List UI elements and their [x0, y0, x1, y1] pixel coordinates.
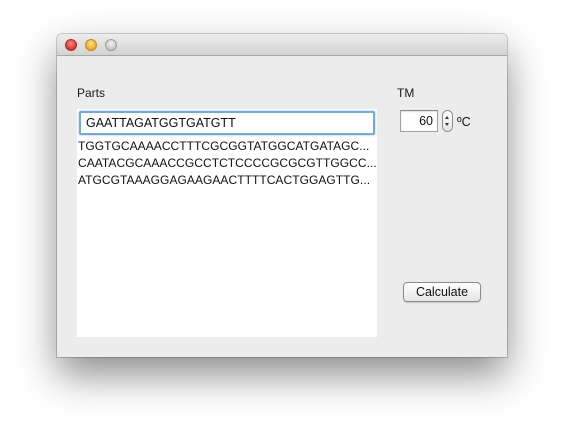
zoom-window-button[interactable] [105, 39, 117, 51]
stepper-up-icon[interactable] [445, 116, 449, 119]
parts-label: Parts [77, 86, 106, 100]
close-window-button[interactable] [65, 39, 77, 51]
tm-stepper[interactable] [442, 110, 453, 132]
list-item[interactable]: TGGTGCAAAACCTTTCGCGGTATGGCATGATAGC... [78, 139, 376, 153]
sequence-input[interactable] [79, 111, 375, 135]
tm-value-field[interactable]: 60 [400, 110, 438, 132]
minimize-window-button[interactable] [85, 39, 97, 51]
parts-list[interactable]: TGGTGCAAAACCTTTCGCGGTATGGCATGATAGC... CA… [77, 109, 377, 337]
tm-unit-label: ºC [457, 115, 471, 129]
tm-label: TM [397, 86, 415, 100]
calculate-button[interactable]: Calculate [403, 282, 481, 302]
app-window: Parts TM TGGTGCAAAACCTTTCGCGGTATGGCATGAT… [57, 34, 507, 357]
list-item[interactable]: CAATACGCAAACCGCCTCTCCCCGCGCGTTGGCC... [78, 156, 376, 170]
title-bar[interactable] [57, 34, 507, 56]
stepper-down-icon[interactable] [445, 123, 449, 126]
list-item[interactable]: ATGCGTAAAGGAGAAGAACTTTTCACTGGAGTTG... [78, 173, 376, 187]
